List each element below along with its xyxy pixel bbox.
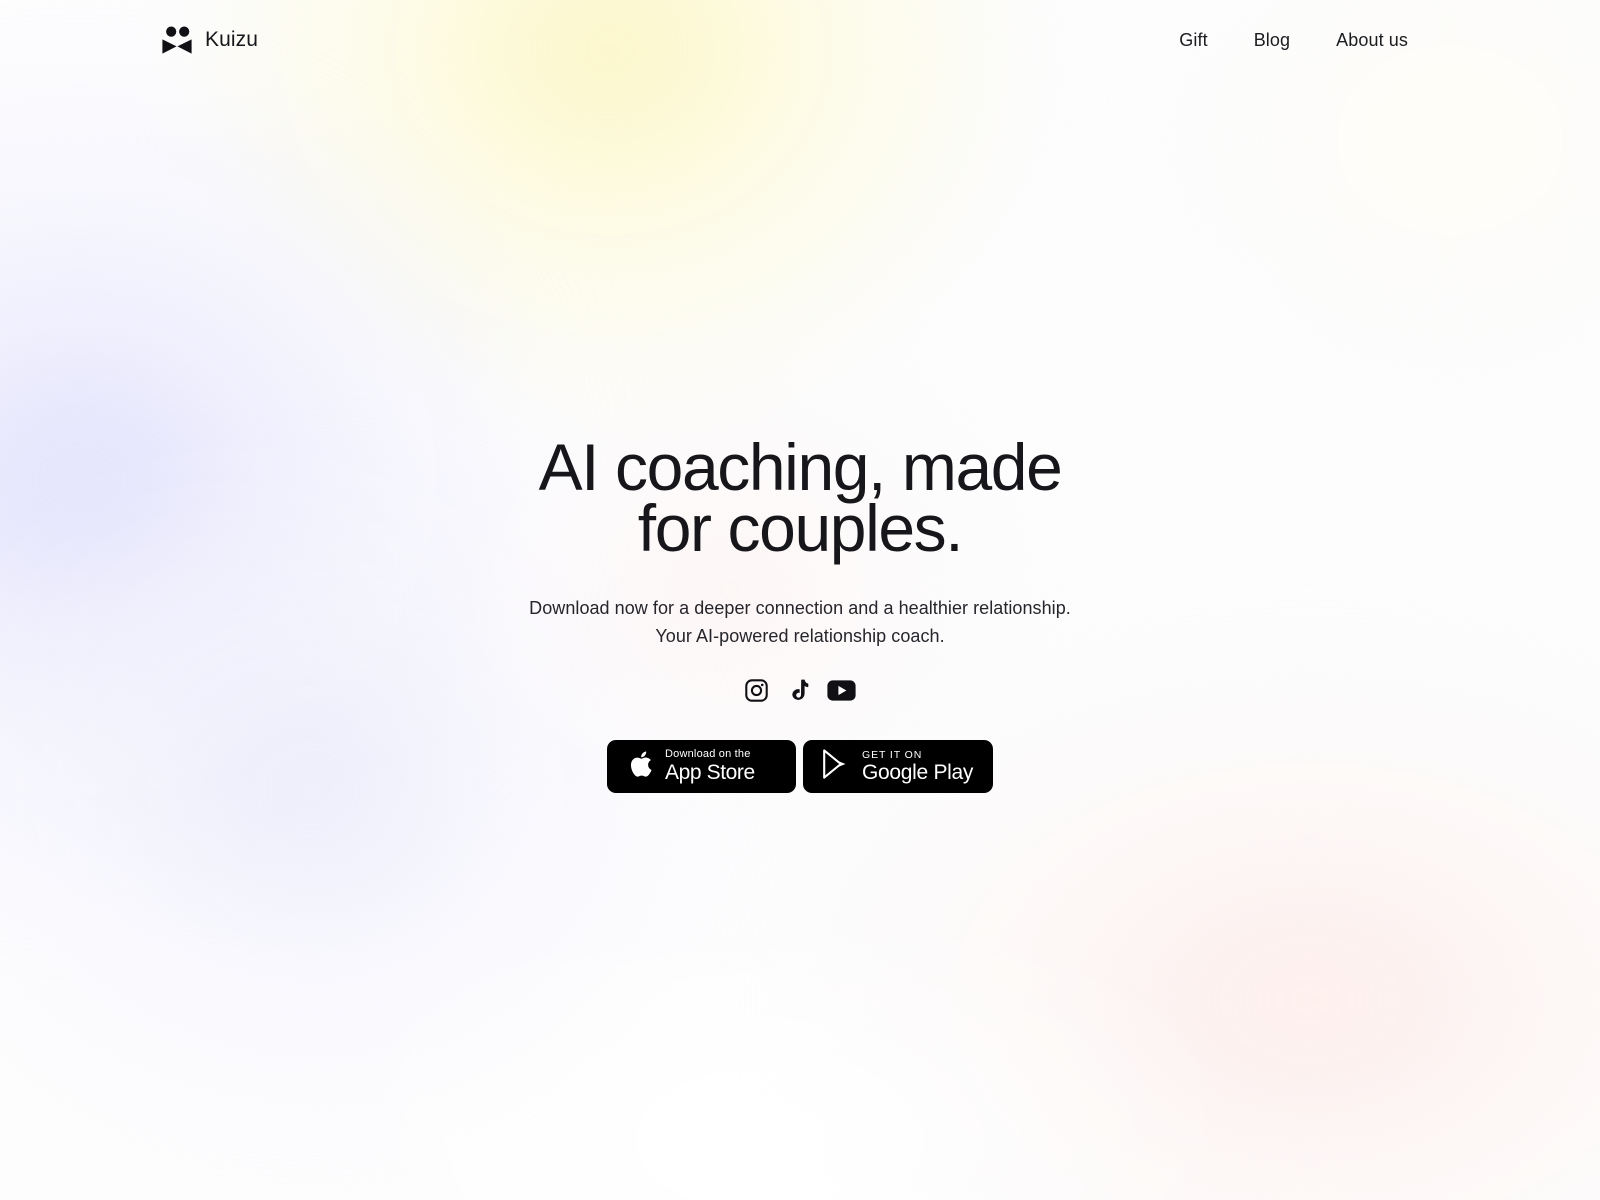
nav-item-gift[interactable]: Gift xyxy=(1179,30,1207,51)
social-link-instagram[interactable] xyxy=(744,678,769,708)
social-links xyxy=(744,678,856,708)
nav-item-about-us[interactable]: About us xyxy=(1336,30,1408,51)
main-navigation: Gift Blog About us xyxy=(1179,30,1408,51)
youtube-icon xyxy=(827,680,856,706)
google-play-badge-text: GET IT ON Google Play xyxy=(862,749,973,785)
app-store-badge-top-text: Download on the xyxy=(665,748,751,760)
social-link-tiktok[interactable] xyxy=(787,679,809,708)
instagram-icon xyxy=(744,678,769,708)
google-play-badge-button[interactable]: GET IT ON Google Play xyxy=(803,740,993,793)
nav-item-blog[interactable]: Blog xyxy=(1254,30,1290,51)
app-store-badge-button[interactable]: Download on the App Store xyxy=(607,740,796,793)
hero-subcopy: Download now for a deeper connection and… xyxy=(529,598,1071,646)
brand-logo-link[interactable]: Kuizu xyxy=(160,24,258,56)
app-store-badge-bottom-text: App Store xyxy=(665,761,755,784)
google-play-icon xyxy=(821,748,850,785)
apple-icon xyxy=(626,748,653,785)
brand-wordmark: Kuizu xyxy=(205,28,259,51)
hero-headline: AI coaching, made for couples. xyxy=(538,430,1063,565)
hero-section: AI coaching, made for couples. Download … xyxy=(0,0,1600,1200)
app-store-badge-text: Download on the App Store xyxy=(665,748,755,785)
google-play-badge-top-text: GET IT ON xyxy=(862,748,923,761)
kuizu-bowtie-mark-icon xyxy=(160,24,194,56)
tiktok-icon xyxy=(787,679,809,708)
google-play-badge-bottom-text: Google Play xyxy=(862,760,974,784)
store-badges: Download on the App Store GET IT ON Goog… xyxy=(607,740,993,793)
social-link-youtube[interactable] xyxy=(827,680,856,706)
site-header: Kuizu Gift Blog About us xyxy=(0,0,1600,80)
